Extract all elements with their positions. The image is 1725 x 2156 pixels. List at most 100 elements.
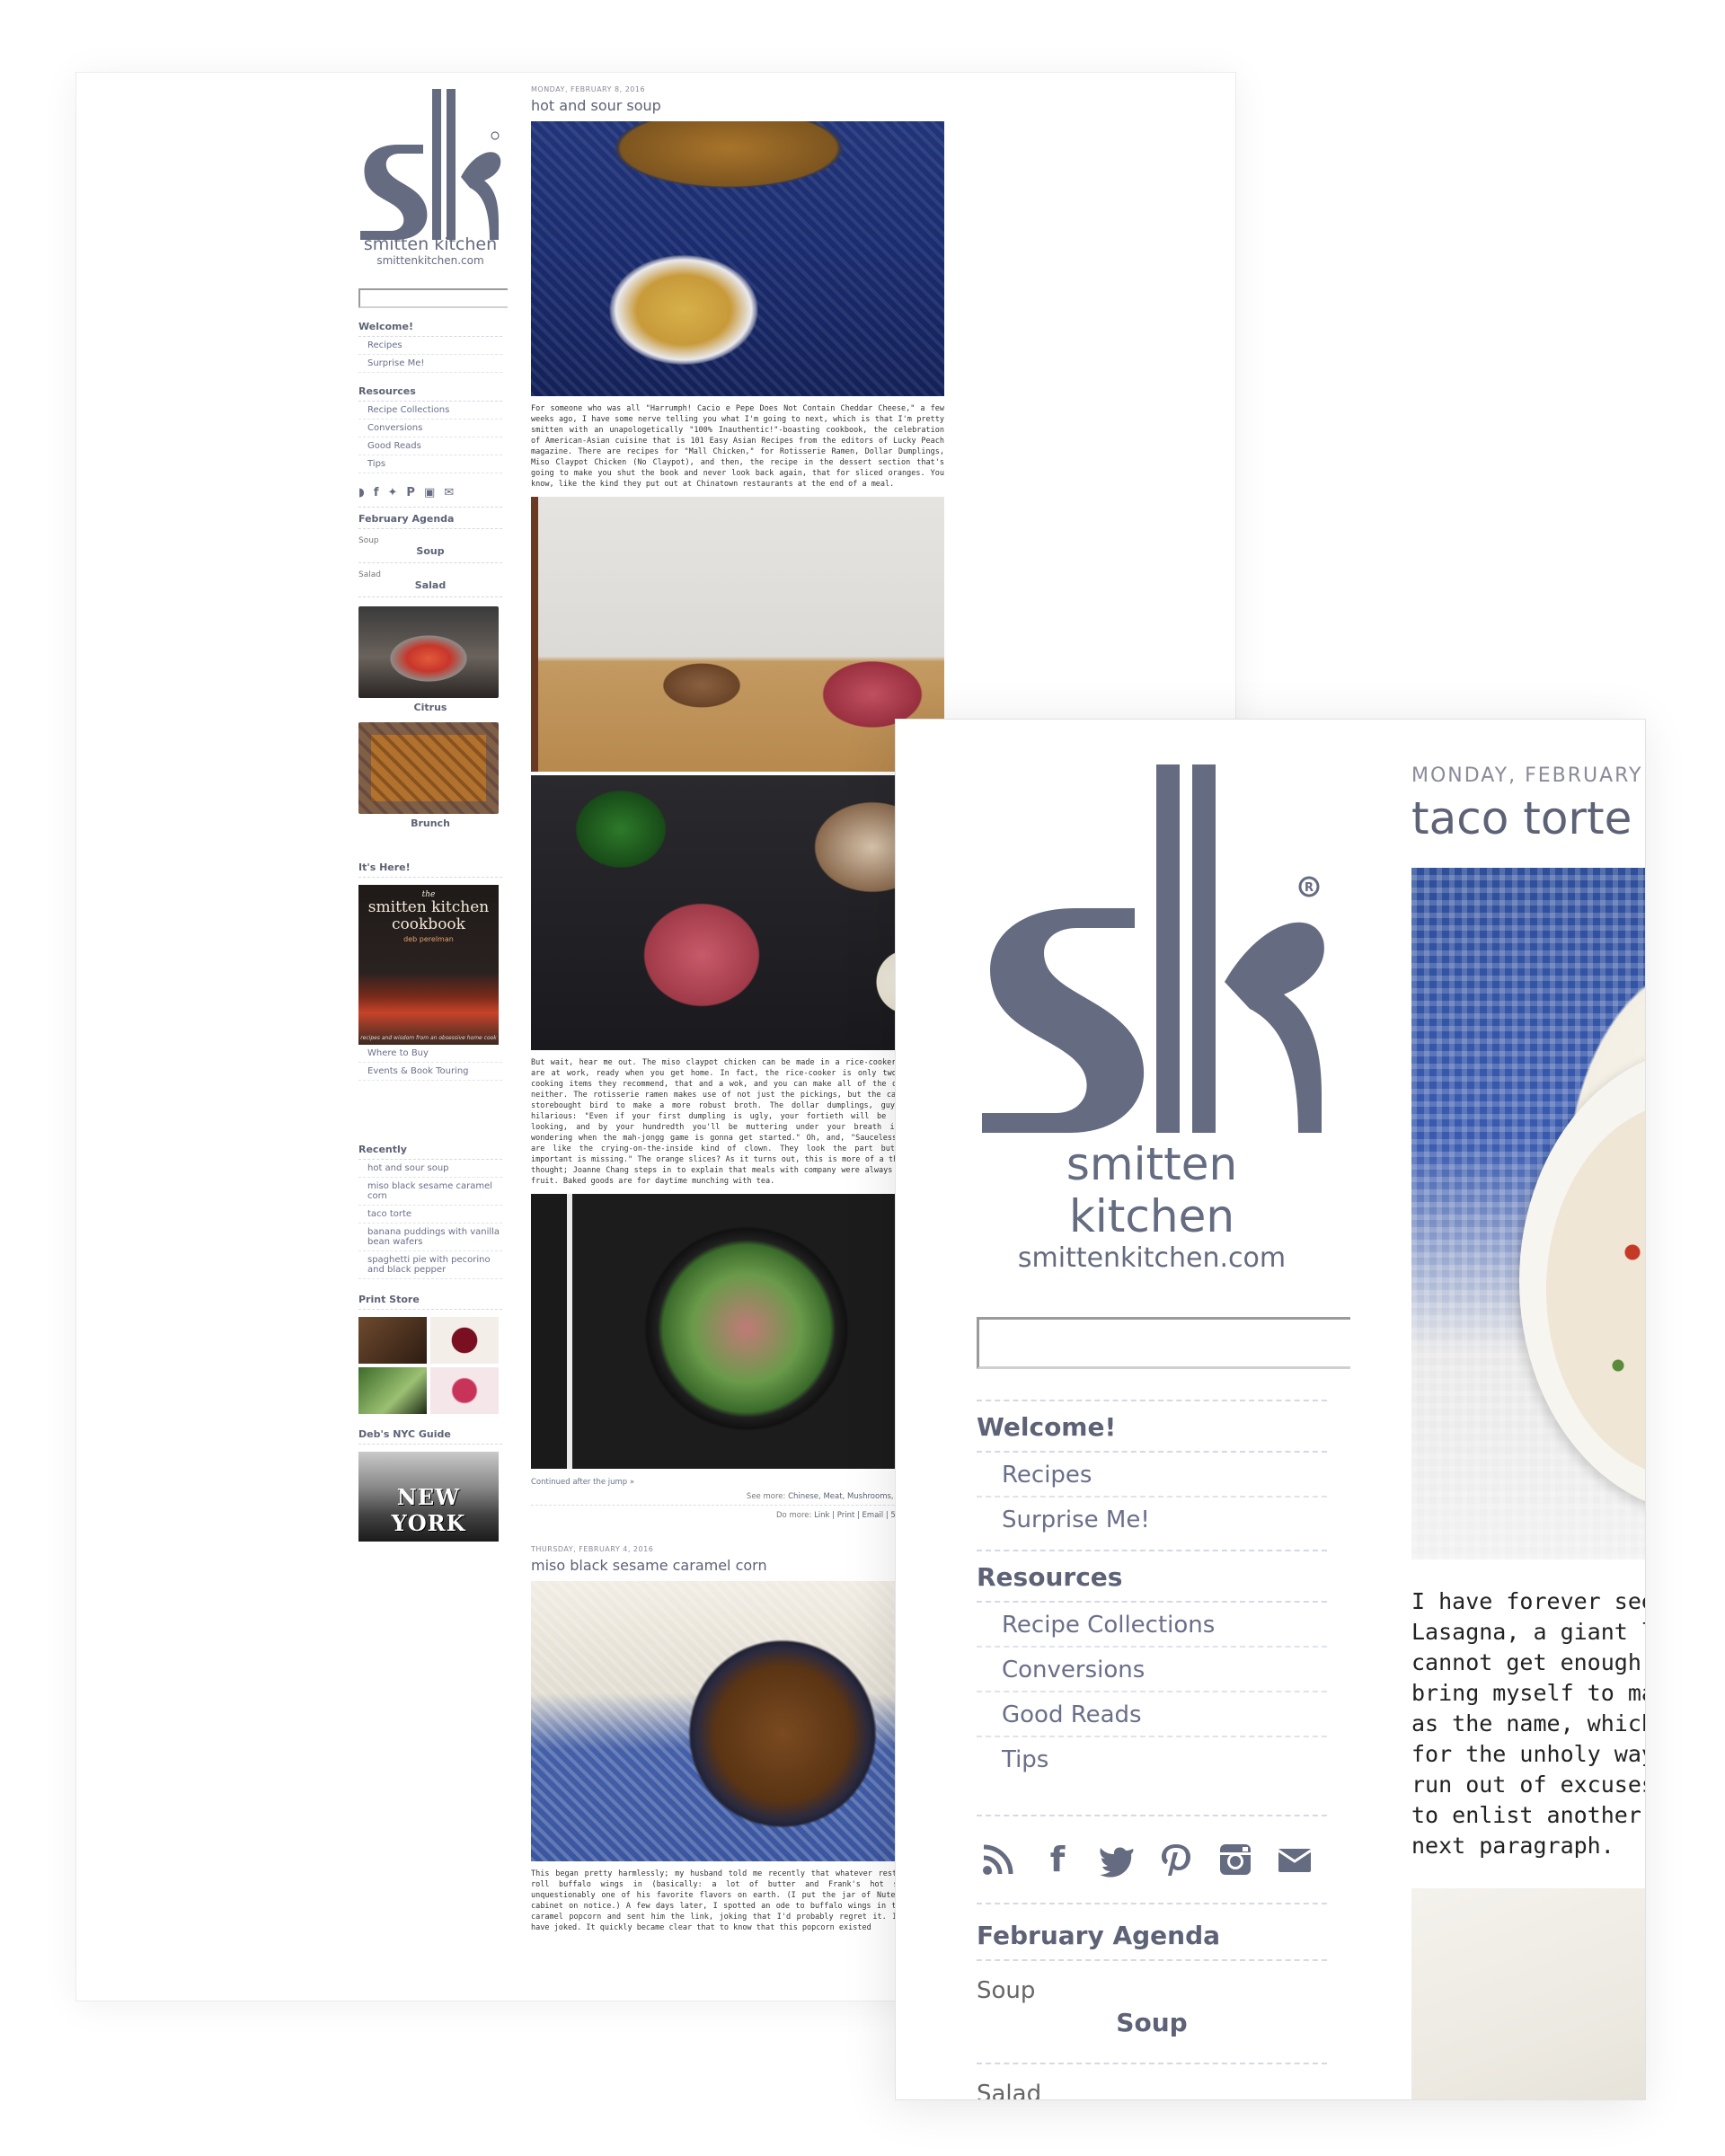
section-welcome: Welcome! [358,321,502,337]
pinterest-icon[interactable]: P [406,486,415,499]
print-store-heading: Print Store [358,1294,502,1310]
see-more-label: See more: [746,1492,786,1501]
post-paragraph: But wait, hear me out. The miso claypot … [531,1058,944,1186]
brunch-thumbnail[interactable] [358,722,499,814]
ingredients-photo [531,497,944,772]
mobile-screenshot-card: R smitten kitchen smittenkitchen.com Wel… [895,719,1646,2100]
post-line: as the name, which [1411,1710,1646,1736]
divider [977,1780,1327,1816]
rss-icon[interactable] [980,1842,1016,1878]
do-more-row: Do more: Link | Print | Email | 58 Comme… [531,1506,944,1524]
twitter-icon[interactable] [1099,1842,1135,1878]
sidebar-item-tips[interactable]: Tips [358,455,502,473]
recent-item[interactable]: taco torte [358,1206,502,1224]
instagram-icon[interactable]: ▣ [424,486,435,499]
post-date: THURSDAY, FEBRUARY 4, 2016 [531,1545,654,1553]
twitter-icon[interactable]: ✦ [388,486,398,499]
sk-logo[interactable] [358,87,502,240]
nyc-guide-image[interactable]: NEW YORK [358,1452,499,1542]
post-line: Lasagna, a giant la [1411,1619,1646,1645]
soup-photo [531,121,944,396]
back-sidebar: smitten kitchen smittenkitchen.com Welco… [358,87,508,1542]
sidebar-item-surprise-me[interactable]: Surprise Me! [977,1498,1327,1541]
post-title[interactable]: hot and sour soup [531,97,944,114]
agenda-label-salad: Salad [977,2081,1042,2100]
cookbook-cover-the: the [421,890,436,899]
caramel-corn-photo [531,1581,944,1861]
nyc-guide-heading: Deb's NYC Guide [358,1428,502,1445]
recent-item[interactable]: spaghetti pie with pecorino and black pe… [358,1251,502,1279]
sidebar-item-recipes[interactable]: Recipes [358,337,502,355]
print-thumb[interactable] [358,1317,427,1364]
second-photo [1411,1888,1645,2099]
citrus-thumbnail[interactable] [358,606,499,698]
cookbook-cover-author: deb perelman [403,935,454,943]
email-icon[interactable] [1277,1842,1313,1878]
nyc-guide-image-text: NEW YORK [391,1484,466,1536]
do-more-label: Do more: [776,1511,812,1520]
post-date: MONDAY, FEBRUARY [1411,764,1643,787]
facebook-icon[interactable]: f [1039,1842,1075,1878]
search-input[interactable] [977,1317,1350,1369]
post-title[interactable]: miso black sesame caramel corn [531,1557,944,1574]
post-paragraph: I have forever seen Lasagna, a giant la … [1411,1586,1646,1861]
section-resources: Resources [358,385,502,402]
email-icon[interactable]: ✉ [444,486,454,499]
sidebar-item-recipes[interactable]: Recipes [977,1453,1327,1498]
link-events[interactable]: Events & Book Touring [358,1063,502,1081]
see-more-row: See more: Chinese, Meat, Mushrooms, Phot… [531,1487,944,1506]
print-thumb[interactable] [430,1367,499,1414]
brunch-caption: Brunch [411,817,450,829]
agenda-label-salad: Salad [358,570,381,579]
agenda-heading: February Agenda [977,1910,1327,1961]
post-paragraph: For someone who was all "Harrumph! Cacio… [531,404,944,489]
search-input[interactable] [358,288,508,308]
link-where-to-buy[interactable]: Where to Buy [358,1045,502,1063]
sidebar-item-tips[interactable]: Tips [977,1737,1327,1780]
instagram-icon[interactable] [1217,1842,1253,1878]
agenda-title-soup[interactable]: Soup [358,545,502,563]
continued-link[interactable]: Continued after the jump » [531,1478,944,1487]
prep-photo [531,775,944,1050]
post-line: I have forever seen [1411,1588,1646,1614]
sidebar-item-surprise-me[interactable]: Surprise Me! [358,355,502,373]
agenda-title-soup[interactable]: Soup [977,2004,1327,2064]
recent-item[interactable]: banana puddings with vanilla bean wafers [358,1224,502,1251]
sk-logo-icon: R [982,764,1324,1133]
post-line: cannot get enough [1411,1649,1641,1675]
svg-text:R: R [1305,881,1314,895]
section-resources: Resources [977,1550,1327,1603]
sidebar-item-conversions[interactable]: Conversions [358,420,502,437]
print-thumb[interactable] [358,1367,427,1414]
wok-photo [531,1194,944,1469]
sk-logo[interactable]: R [977,764,1327,1133]
front-sidebar: R smitten kitchen smittenkitchen.com Wel… [977,764,1350,2100]
citrus-caption: Citrus [413,702,447,713]
post-line: run out of excuses [1411,1772,1646,1798]
sidebar-item-recipe-collections[interactable]: Recipe Collections [358,402,502,420]
print-store-grid [358,1317,502,1414]
post-paragraph: This began pretty harmlessly; my husband… [531,1869,944,1932]
front-main-column: MONDAY, FEBRUARY taco torte I have forev… [1411,764,1646,2099]
pinterest-icon[interactable] [1158,1842,1194,1878]
post-title[interactable]: taco torte [1411,792,1645,844]
agenda-title-salad[interactable]: Salad [358,579,502,597]
rss-icon[interactable]: ◗ [358,486,365,499]
brand-url: smittenkitchen.com [1017,1242,1287,1274]
sidebar-item-good-reads[interactable]: Good Reads [358,437,502,455]
taco-torte-photo [1411,868,1645,1560]
recent-item[interactable]: hot and sour soup [358,1160,502,1178]
section-welcome: Welcome! [977,1401,1327,1453]
post-line: for the unholy way [1411,1741,1646,1767]
brand-name: smitten kitchen [1066,1138,1238,1242]
agenda-label-soup: Soup [358,536,379,545]
sidebar-item-good-reads[interactable]: Good Reads [977,1692,1327,1737]
recent-item[interactable]: miso black sesame caramel corn [358,1178,502,1206]
agenda-heading: February Agenda [358,513,502,529]
cookbook-cover[interactable]: the smitten kitchen cookbook deb perelma… [358,885,499,1045]
sidebar-item-conversions[interactable]: Conversions [977,1648,1327,1692]
print-thumb[interactable] [430,1317,499,1364]
facebook-icon[interactable]: f [374,486,379,499]
sidebar-item-recipe-collections[interactable]: Recipe Collections [977,1603,1327,1648]
agenda-label-soup: Soup [977,1977,1036,2004]
